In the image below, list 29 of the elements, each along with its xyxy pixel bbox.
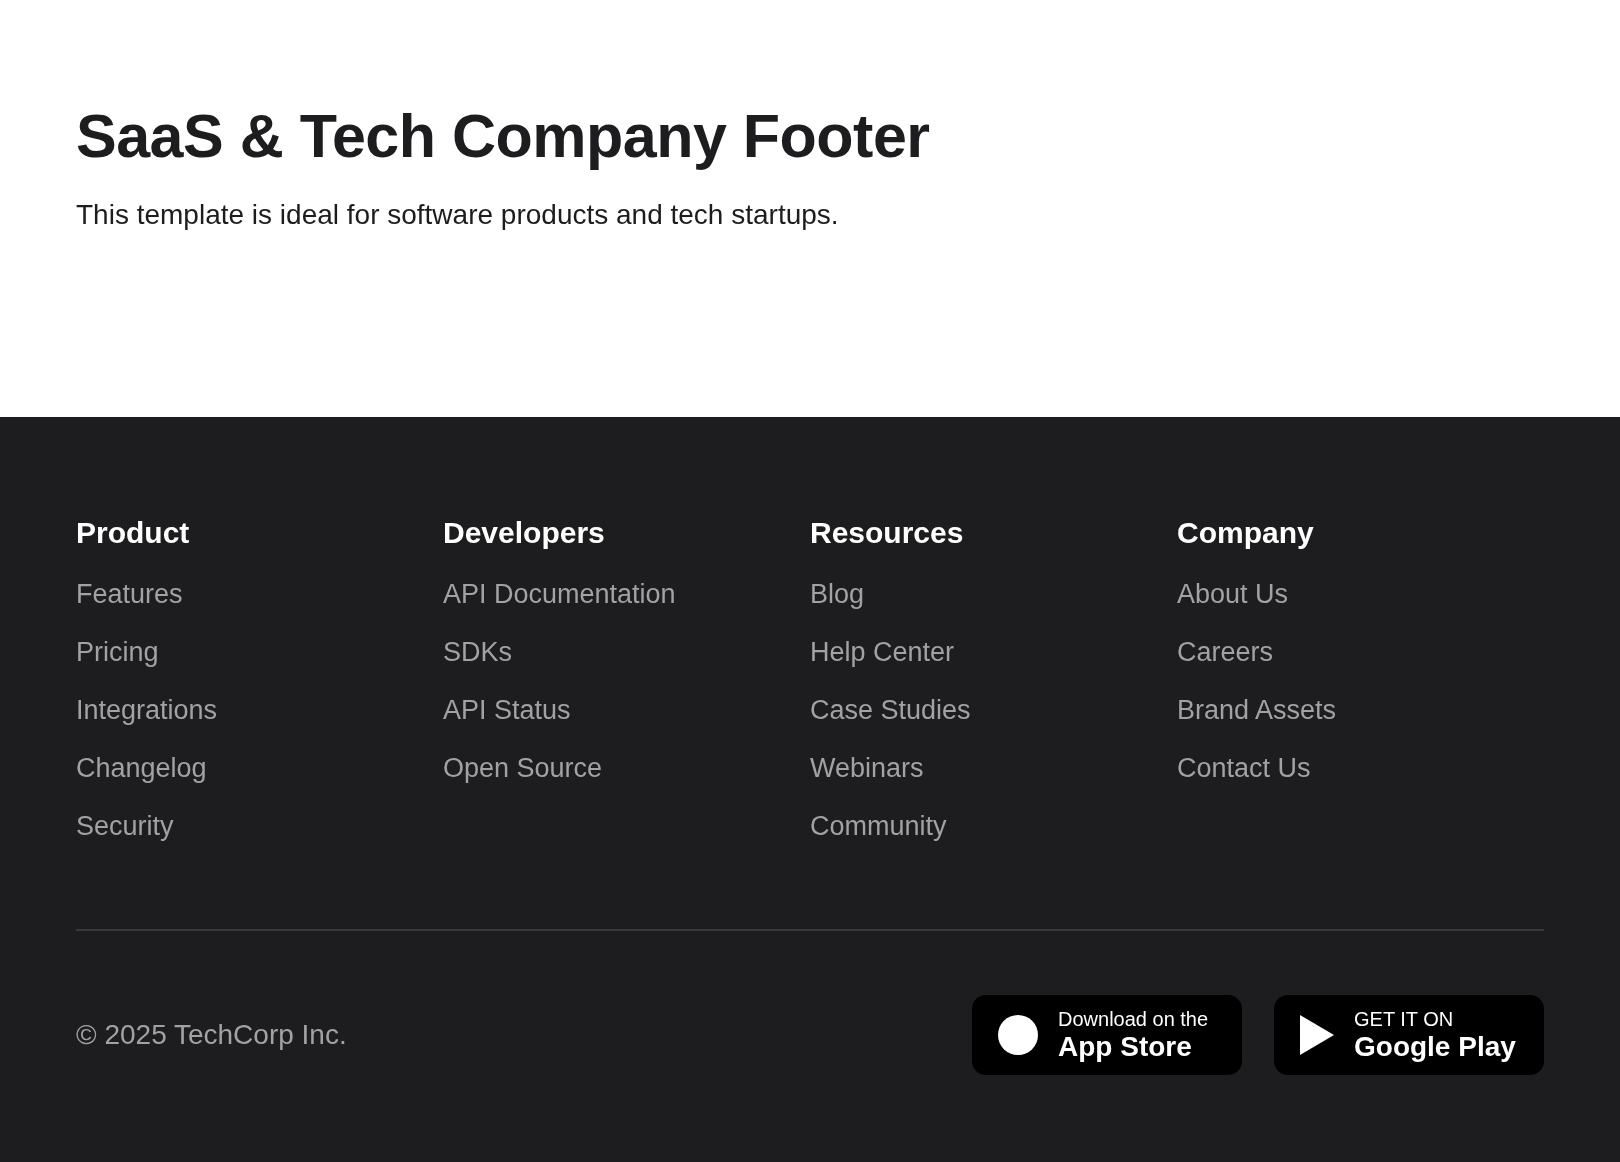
store-badge-button[interactable]: GET IT ON Google Play [1274, 995, 1544, 1075]
store-badge-button[interactable]: Download on the App Store [972, 995, 1242, 1075]
footer-link[interactable]: Pricing [76, 637, 159, 668]
footer-link[interactable]: Webinars [810, 753, 924, 784]
footer-link[interactable]: Case Studies [810, 695, 971, 726]
footer-link[interactable]: Blog [810, 579, 865, 610]
column-heading: Product [76, 515, 190, 551]
footer-link[interactable]: Contact Us [1177, 753, 1311, 784]
footer-link[interactable]: Community [810, 811, 947, 842]
footer-link[interactable]: Features [76, 579, 183, 610]
page-description: This template is ideal for software products and tech startups. [76, 199, 839, 232]
footer-link[interactable]: API Documentation [443, 579, 676, 610]
footer-link[interactable]: API Status [443, 695, 571, 726]
footer-link[interactable]: SDKs [443, 637, 513, 668]
footer-link[interactable]: Brand Assets [1177, 695, 1337, 726]
copyright-text: © 2025 TechCorp Inc. [76, 1019, 347, 1051]
column-heading: Resources [810, 515, 964, 551]
footer-link[interactable]: Help Center [810, 637, 955, 668]
footer-link[interactable]: Careers [1177, 637, 1274, 668]
footer-link[interactable]: About Us [1177, 579, 1289, 610]
footer-link[interactable]: Changelog [76, 753, 207, 784]
page-title: SaaS & Tech Company Footer [76, 101, 930, 172]
footer-link[interactable]: Open Source [443, 753, 603, 784]
footer-link[interactable]: Security [76, 811, 174, 842]
circle-icon [998, 1015, 1038, 1055]
column-heading: Company [1177, 515, 1314, 551]
footer-link[interactable]: Integrations [76, 695, 218, 726]
column-heading: Developers [443, 515, 605, 551]
play-icon [1300, 1015, 1334, 1055]
